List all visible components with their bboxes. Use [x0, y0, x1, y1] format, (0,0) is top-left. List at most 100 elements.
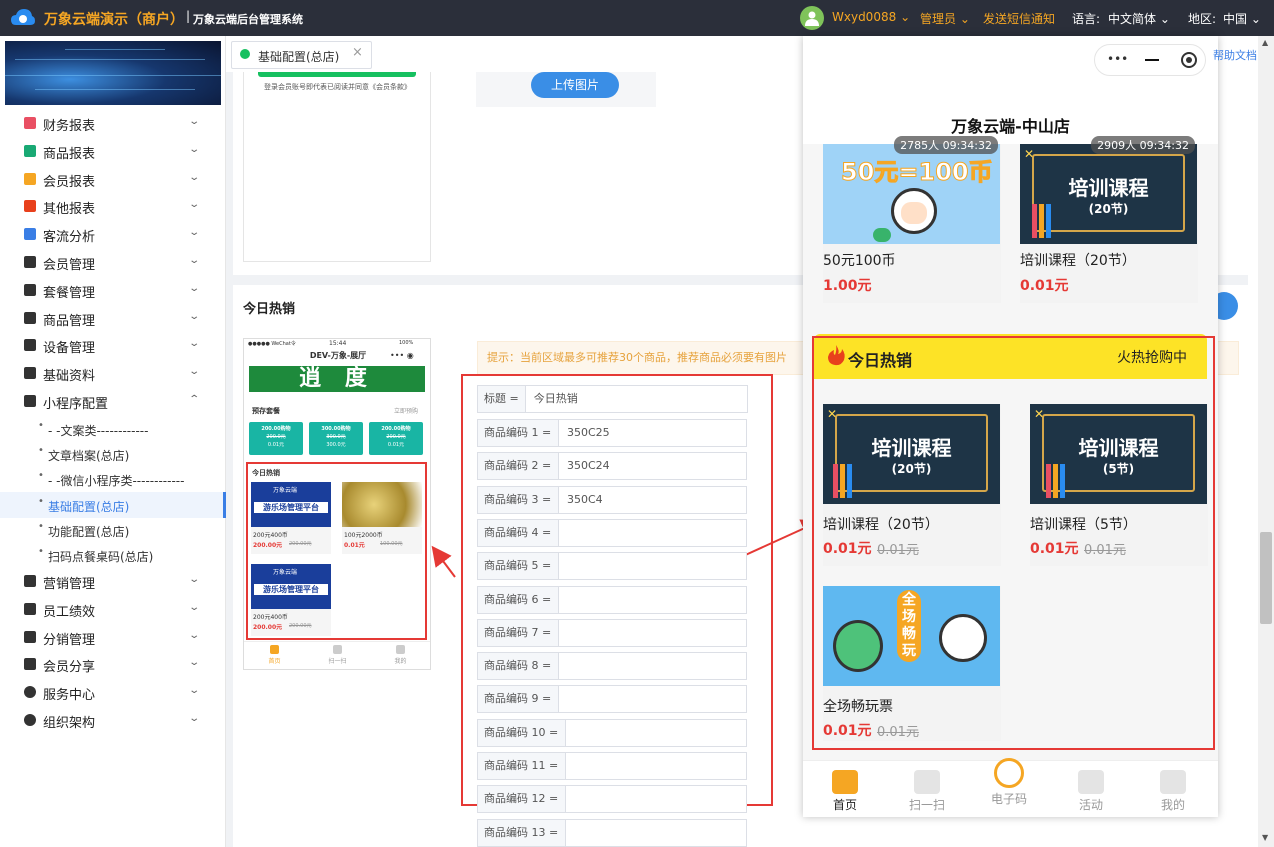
send-sms-link[interactable]: 发送短信通知 — [983, 10, 1055, 27]
sidebar-item[interactable]: 商品报表 ⌄ — [0, 137, 226, 165]
course-image-title: 培训课程 — [871, 436, 952, 460]
coins-promo-image: 50元=100币 — [823, 144, 1000, 244]
sidebar-item[interactable]: 基础资料 ⌄ — [0, 359, 226, 387]
mini-nav-item[interactable]: 扫一扫 — [310, 645, 365, 665]
sidebar-item[interactable]: 会员分享 ⌄ — [0, 650, 226, 678]
sidebar-item[interactable]: 组织架构 ⌄ — [0, 706, 226, 734]
sidebar-item[interactable]: 服务中心 ⌄ — [0, 678, 226, 706]
mini-nav-item[interactable]: 我的 — [373, 645, 428, 665]
code-input[interactable] — [558, 618, 747, 647]
code-input[interactable]: 350C25 — [558, 419, 747, 447]
staff-icon — [24, 602, 36, 615]
book-icon — [833, 464, 838, 498]
more-dots-icon[interactable]: ••• — [1107, 52, 1128, 66]
bottom-nav-item[interactable]: 我的 — [1143, 760, 1203, 813]
code-input[interactable] — [558, 552, 747, 581]
sidebar-item[interactable]: 套餐管理 ⌄ — [0, 276, 226, 304]
preset-more-link[interactable]: 立即预购 — [394, 406, 418, 415]
course-image: 培训课程 (20节) ✕ — [1020, 144, 1197, 244]
sidebar-item[interactable]: 财务报表 ⌄ — [0, 109, 226, 137]
package-card[interactable]: 200.00购物 200.0元 0.01元 — [369, 422, 423, 455]
code-input[interactable] — [558, 685, 747, 714]
hot-product-card[interactable]: 培训课程 (20节) ✕ 培训课程（20节） 0.01元 0.01元 — [823, 404, 1001, 566]
title-input[interactable]: 今日热销 — [524, 385, 748, 413]
role-dropdown[interactable]: 管理员 ⌄ — [920, 10, 970, 27]
sidebar-item[interactable]: 小程序配置 ⌃ — [0, 387, 226, 415]
language-dropdown[interactable]: 中文简体 ⌄ — [1108, 10, 1170, 27]
code-input[interactable] — [565, 752, 747, 780]
hot-product-card[interactable]: 全场畅玩 全场畅玩票 0.01元 0.01元 — [823, 586, 1001, 741]
sidebar-subitem-label: 功能配置(总店) — [48, 524, 130, 539]
chevron-down-icon: ⌄ — [188, 574, 201, 585]
sidebar-subitem[interactable]: • 功能配置(总店) — [0, 517, 226, 543]
dino-icon — [873, 228, 891, 242]
sidebar-item[interactable]: 商品管理 ⌄ — [0, 304, 226, 332]
sidebar-item[interactable]: 其他报表 ⌄ — [0, 192, 226, 220]
sidebar-item[interactable]: 营销管理 ⌄ — [0, 567, 226, 595]
mini-nav-item[interactable]: 首页 — [247, 645, 302, 665]
chevron-down-icon: ⌄ — [1159, 12, 1170, 26]
package-card[interactable]: 300.00购物 300.0元 300.0元 — [309, 422, 363, 455]
package-card[interactable]: 200.00购物 200.0元 0.01元 — [249, 422, 303, 455]
code-input[interactable] — [558, 652, 747, 681]
sidebar-subitem[interactable]: • 基础配置(总店) — [0, 491, 226, 518]
region-dropdown[interactable]: 中国 ⌄ — [1223, 10, 1261, 27]
sidebar-item[interactable]: 分销管理 ⌄ — [0, 623, 226, 651]
upload-image-button[interactable]: 上传图片 — [531, 72, 619, 98]
user-avatar[interactable] — [800, 6, 824, 30]
scrollbar-thumb[interactable] — [1260, 532, 1272, 624]
bullet-icon: • — [38, 520, 44, 532]
sidebar-subitem[interactable]: • 扫码点餐桌码(总店) — [0, 542, 226, 568]
capsule-icon: ••• ◉ — [390, 351, 414, 360]
sidebar-item[interactable]: 员工绩效 ⌄ — [0, 595, 226, 623]
code-label: 商品编码 12 = — [477, 785, 565, 814]
phone-status-left: ●●●●● WeChat令 — [248, 341, 296, 347]
code-input[interactable] — [558, 585, 747, 614]
code-label: 商品编码 6 = — [477, 585, 558, 614]
code-input[interactable] — [565, 785, 747, 814]
product-card[interactable]: 50元=100币 2785人 09:34:32 50元100币 1.00元 — [823, 136, 1001, 303]
sidebar-item[interactable]: 设备管理 ⌄ — [0, 331, 226, 359]
scroll-down-icon[interactable]: ▼ — [1262, 833, 1268, 842]
scroll-up-icon[interactable]: ▲ — [1262, 38, 1268, 47]
bottom-nav-item[interactable]: 活动 — [1061, 760, 1121, 813]
chevron-down-icon: ⌄ — [188, 227, 201, 239]
sidebar-subitem[interactable]: • - -文案类------------ — [0, 416, 226, 442]
code-input[interactable]: 350C24 — [558, 452, 747, 481]
code-input[interactable] — [558, 518, 747, 547]
bottom-nav-item[interactable]: 首页 — [815, 760, 875, 813]
sidebar-item-label: 商品报表 — [43, 146, 96, 162]
chevron-down-icon: ⌄ — [188, 116, 201, 127]
code-input[interactable] — [565, 718, 747, 747]
chevron-down-icon: ⌄ — [188, 255, 201, 266]
title-separator: | — [186, 9, 191, 23]
minimize-icon[interactable] — [1145, 59, 1159, 61]
bottom-nav-item[interactable]: 电子码 — [979, 748, 1039, 807]
sidebar-item[interactable]: 会员报表 ⌄ — [0, 165, 226, 193]
code-input[interactable] — [565, 818, 747, 847]
code-input[interactable]: 350C4 — [558, 485, 747, 514]
page-scrollbar[interactable] — [1258, 36, 1274, 847]
cross-icon: ✕ — [1024, 147, 1035, 161]
region-label: 地区: — [1188, 12, 1217, 26]
bottom-nav-item[interactable]: 扫一扫 — [897, 760, 957, 813]
hot-product-card[interactable]: 培训课程 (5节) ✕ 培训课程（5节） 0.01元 0.01元 — [1030, 404, 1208, 566]
home-icon — [832, 770, 858, 794]
phone-status-time: 15:44 — [329, 340, 347, 347]
tab-close-icon[interactable]: × — [352, 45, 363, 60]
sidebar-item[interactable]: 客流分析 ⌄ — [0, 220, 226, 248]
book-icon — [1046, 204, 1051, 238]
login-button-edge — [258, 72, 416, 77]
region-value: 中国 — [1223, 12, 1248, 26]
sidebar-item[interactable]: 会员管理 ⌄ — [0, 248, 226, 276]
sidebar-subitem[interactable]: • - -微信小程序类------------ — [0, 466, 226, 492]
help-doc-link[interactable]: 帮助文档 — [1213, 47, 1257, 63]
sidebar-subitem[interactable]: • 文章档案(总店) — [0, 441, 226, 467]
close-target-icon[interactable] — [1181, 52, 1197, 68]
product-card[interactable]: 培训课程 (20节) ✕ 2909人 09:34:32 培训课程（20节） 0.01元 — [1020, 136, 1198, 303]
sidebar-subitem-label: 文章档案(总店) — [48, 449, 130, 464]
form-row-code: 商品编码 9 = — [477, 685, 747, 714]
chevron-down-icon: ⌄ — [900, 10, 911, 24]
mini-program-capsule[interactable]: ••• — [1094, 44, 1206, 76]
username-dropdown[interactable]: Wxyd0088 ⌄ — [832, 10, 910, 24]
